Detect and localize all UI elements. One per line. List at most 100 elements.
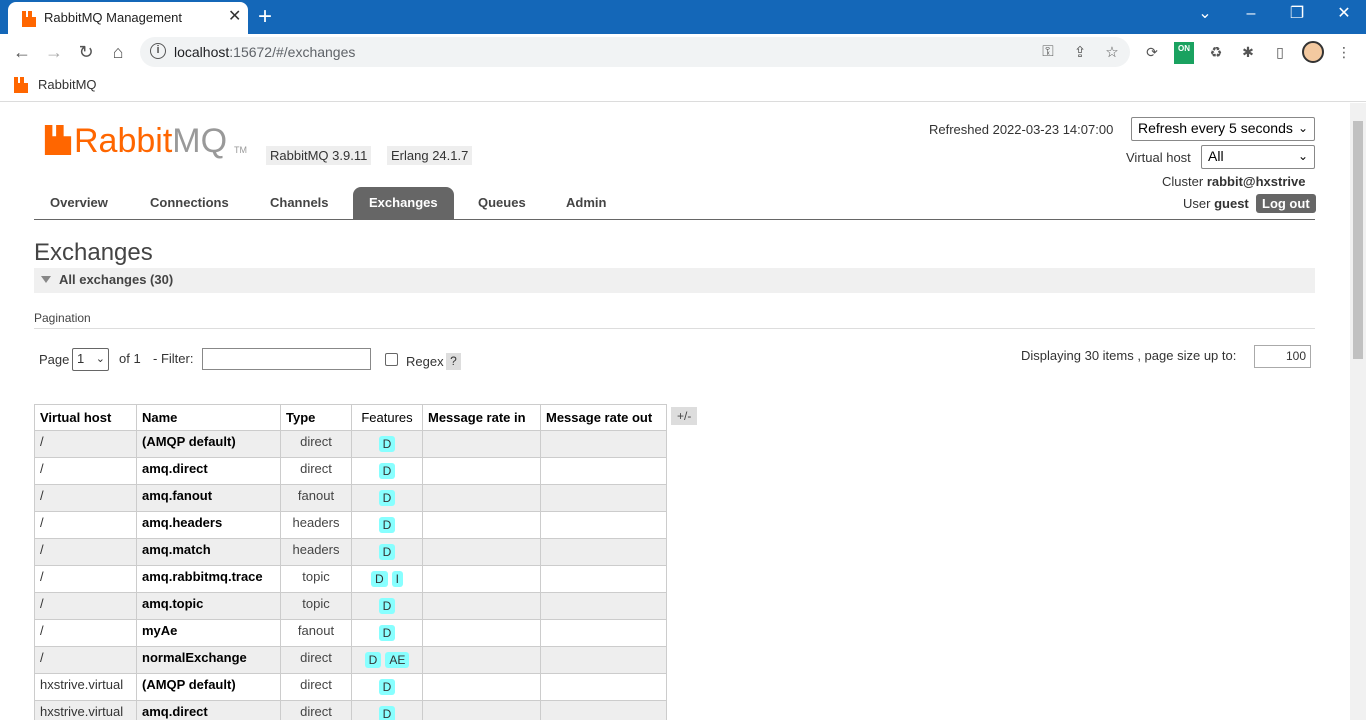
feature-badge: D	[370, 571, 388, 587]
tab-title: RabbitMQ Management	[44, 10, 183, 25]
cell-features: D	[351, 673, 423, 701]
table-row: / amq.rabbitmq.trace topic D I	[34, 565, 667, 593]
cell-type: direct	[280, 673, 352, 701]
cell-exchange-name-link[interactable]: amq.topic	[136, 592, 281, 620]
share-icon[interactable]: ⇪	[1070, 43, 1090, 61]
page-scrollbar[interactable]	[1350, 103, 1366, 720]
feature-badge: D	[378, 625, 396, 641]
chevron-down-icon: ⌄	[1297, 121, 1308, 135]
cell-virtual-host: /	[34, 511, 137, 539]
all-exchanges-section-toggle[interactable]: All exchanges (30)	[34, 268, 1315, 293]
scrollbar-thumb[interactable]	[1353, 121, 1363, 359]
password-key-icon[interactable]: ⚿	[1038, 43, 1058, 60]
extension-sync-icon[interactable]: ⟳	[1142, 42, 1162, 62]
recycle-extension-icon[interactable]: ♻	[1206, 42, 1226, 62]
column-header-virtual-host: Virtual host	[34, 404, 137, 431]
page-title: Exchanges	[34, 239, 153, 266]
filter-input[interactable]	[202, 348, 371, 370]
rabbitmq-logo[interactable]: RabbitMQ TM	[44, 122, 247, 160]
feature-badge: D	[378, 544, 396, 560]
cell-features: D	[351, 430, 423, 458]
new-tab-icon[interactable]: +	[258, 3, 272, 31]
cell-exchange-name-link[interactable]: (AMQP default)	[136, 673, 281, 701]
regex-help-button[interactable]: ?	[446, 353, 461, 370]
cell-type: headers	[280, 538, 352, 566]
cell-virtual-host: /	[34, 646, 137, 674]
page-size-input[interactable]: 100	[1254, 345, 1311, 368]
minimize-icon[interactable]: –	[1239, 4, 1263, 24]
profile-avatar[interactable]	[1302, 41, 1324, 63]
home-icon[interactable]: ⌂	[106, 40, 130, 64]
bookmark-star-icon[interactable]: ☆	[1102, 43, 1122, 61]
displaying-items-text: Displaying 30 items , page size up to:	[1021, 348, 1237, 363]
cell-exchange-name-link[interactable]: amq.headers	[136, 511, 281, 539]
extensions-puzzle-icon[interactable]: ✱	[1238, 42, 1258, 62]
column-header-message-rate-out: Message rate out	[540, 404, 667, 431]
toggle-columns-button[interactable]: +/-	[671, 407, 698, 425]
cell-exchange-name-link[interactable]: amq.direct	[136, 457, 281, 485]
cell-type: fanout	[280, 484, 352, 512]
extension-badge-text: ON	[1178, 44, 1190, 53]
tab-close-icon[interactable]: ✕	[228, 8, 241, 26]
url-text[interactable]: localhost:15672/#/exchanges	[174, 44, 355, 60]
regex-checkbox[interactable]	[385, 353, 398, 366]
column-header-name: Name	[136, 404, 281, 431]
bookmark-rabbitmq[interactable]: RabbitMQ	[14, 77, 97, 96]
tab-queues[interactable]: Queues	[462, 187, 542, 219]
site-info-icon[interactable]: i	[150, 43, 166, 59]
cell-message-rate-in	[422, 565, 541, 593]
more-menu-icon[interactable]: ⋮	[1334, 42, 1354, 62]
refresh-interval-select[interactable]: Refresh every 5 seconds ⌄	[1131, 117, 1315, 141]
cell-features: D	[351, 538, 423, 566]
feature-badge: D	[378, 463, 396, 479]
window-close-icon[interactable]: ✕	[1332, 4, 1356, 24]
address-bar[interactable]: i localhost:15672/#/exchanges ⚿ ⇪ ☆	[140, 37, 1130, 67]
restore-icon[interactable]: ❐	[1285, 4, 1309, 24]
url-path: :15672/#/exchanges	[229, 44, 356, 60]
cell-exchange-name-link[interactable]: amq.fanout	[136, 484, 281, 512]
cell-exchange-name-link[interactable]: amq.match	[136, 538, 281, 566]
table-row: / (AMQP default) direct D	[34, 430, 667, 458]
column-header-type: Type	[280, 404, 352, 431]
tab-admin[interactable]: Admin	[550, 187, 622, 219]
section-title: All exchanges (30)	[59, 272, 174, 287]
column-header-message-rate-in: Message rate in	[422, 404, 541, 431]
cell-virtual-host: /	[34, 592, 137, 620]
tab-search-chevron-icon[interactable]: ⌄	[1193, 4, 1217, 24]
forward-icon[interactable]: →	[42, 40, 66, 64]
cell-message-rate-in	[422, 484, 541, 512]
extension-on-badge[interactable]: ON	[1174, 42, 1194, 64]
cell-virtual-host: /	[34, 565, 137, 593]
cell-type: topic	[280, 565, 352, 593]
rabbitmq-logo-icon	[44, 125, 72, 155]
cell-type: fanout	[280, 619, 352, 647]
tab-exchanges[interactable]: Exchanges	[353, 187, 454, 219]
page-content: RabbitMQ TM RabbitMQ 3.9.11 Erlang 24.1.…	[0, 103, 1350, 720]
tab-connections[interactable]: Connections	[134, 187, 245, 219]
cell-exchange-name-link[interactable]: amq.direct	[136, 700, 281, 720]
table-row: hxstrive.virtual amq.direct direct D	[34, 700, 667, 720]
virtual-host-select[interactable]: All ⌄	[1201, 145, 1315, 169]
cell-exchange-name-link[interactable]: amq.rabbitmq.trace	[136, 565, 281, 593]
cell-features: D	[351, 619, 423, 647]
page-select[interactable]: 1 ⌄	[72, 348, 109, 371]
cell-message-rate-out	[540, 457, 667, 485]
back-icon[interactable]: ←	[10, 40, 34, 64]
feature-badge: AE	[385, 652, 410, 668]
regex-label: Regex	[406, 354, 444, 369]
tab-overview[interactable]: Overview	[34, 187, 124, 219]
browser-tab[interactable]: RabbitMQ Management ✕	[8, 2, 248, 34]
cell-exchange-name-link[interactable]: myAe	[136, 619, 281, 647]
cell-exchange-name-link[interactable]: (AMQP default)	[136, 430, 281, 458]
cell-virtual-host: hxstrive.virtual	[34, 673, 137, 701]
cell-message-rate-in	[422, 511, 541, 539]
reload-icon[interactable]: ↻	[74, 40, 98, 64]
feature-badge: D	[378, 490, 396, 506]
pagination-label: Pagination	[34, 311, 91, 325]
cell-exchange-name-link[interactable]: normalExchange	[136, 646, 281, 674]
chevron-down-icon: ⌄	[1297, 149, 1308, 163]
browser-toolbar: ← → ↻ ⌂ i localhost:15672/#/exchanges ⚿ …	[0, 34, 1366, 70]
tab-channels[interactable]: Channels	[254, 187, 345, 219]
side-panel-icon[interactable]: ▯	[1270, 42, 1290, 62]
table-row: / amq.headers headers D	[34, 511, 667, 539]
